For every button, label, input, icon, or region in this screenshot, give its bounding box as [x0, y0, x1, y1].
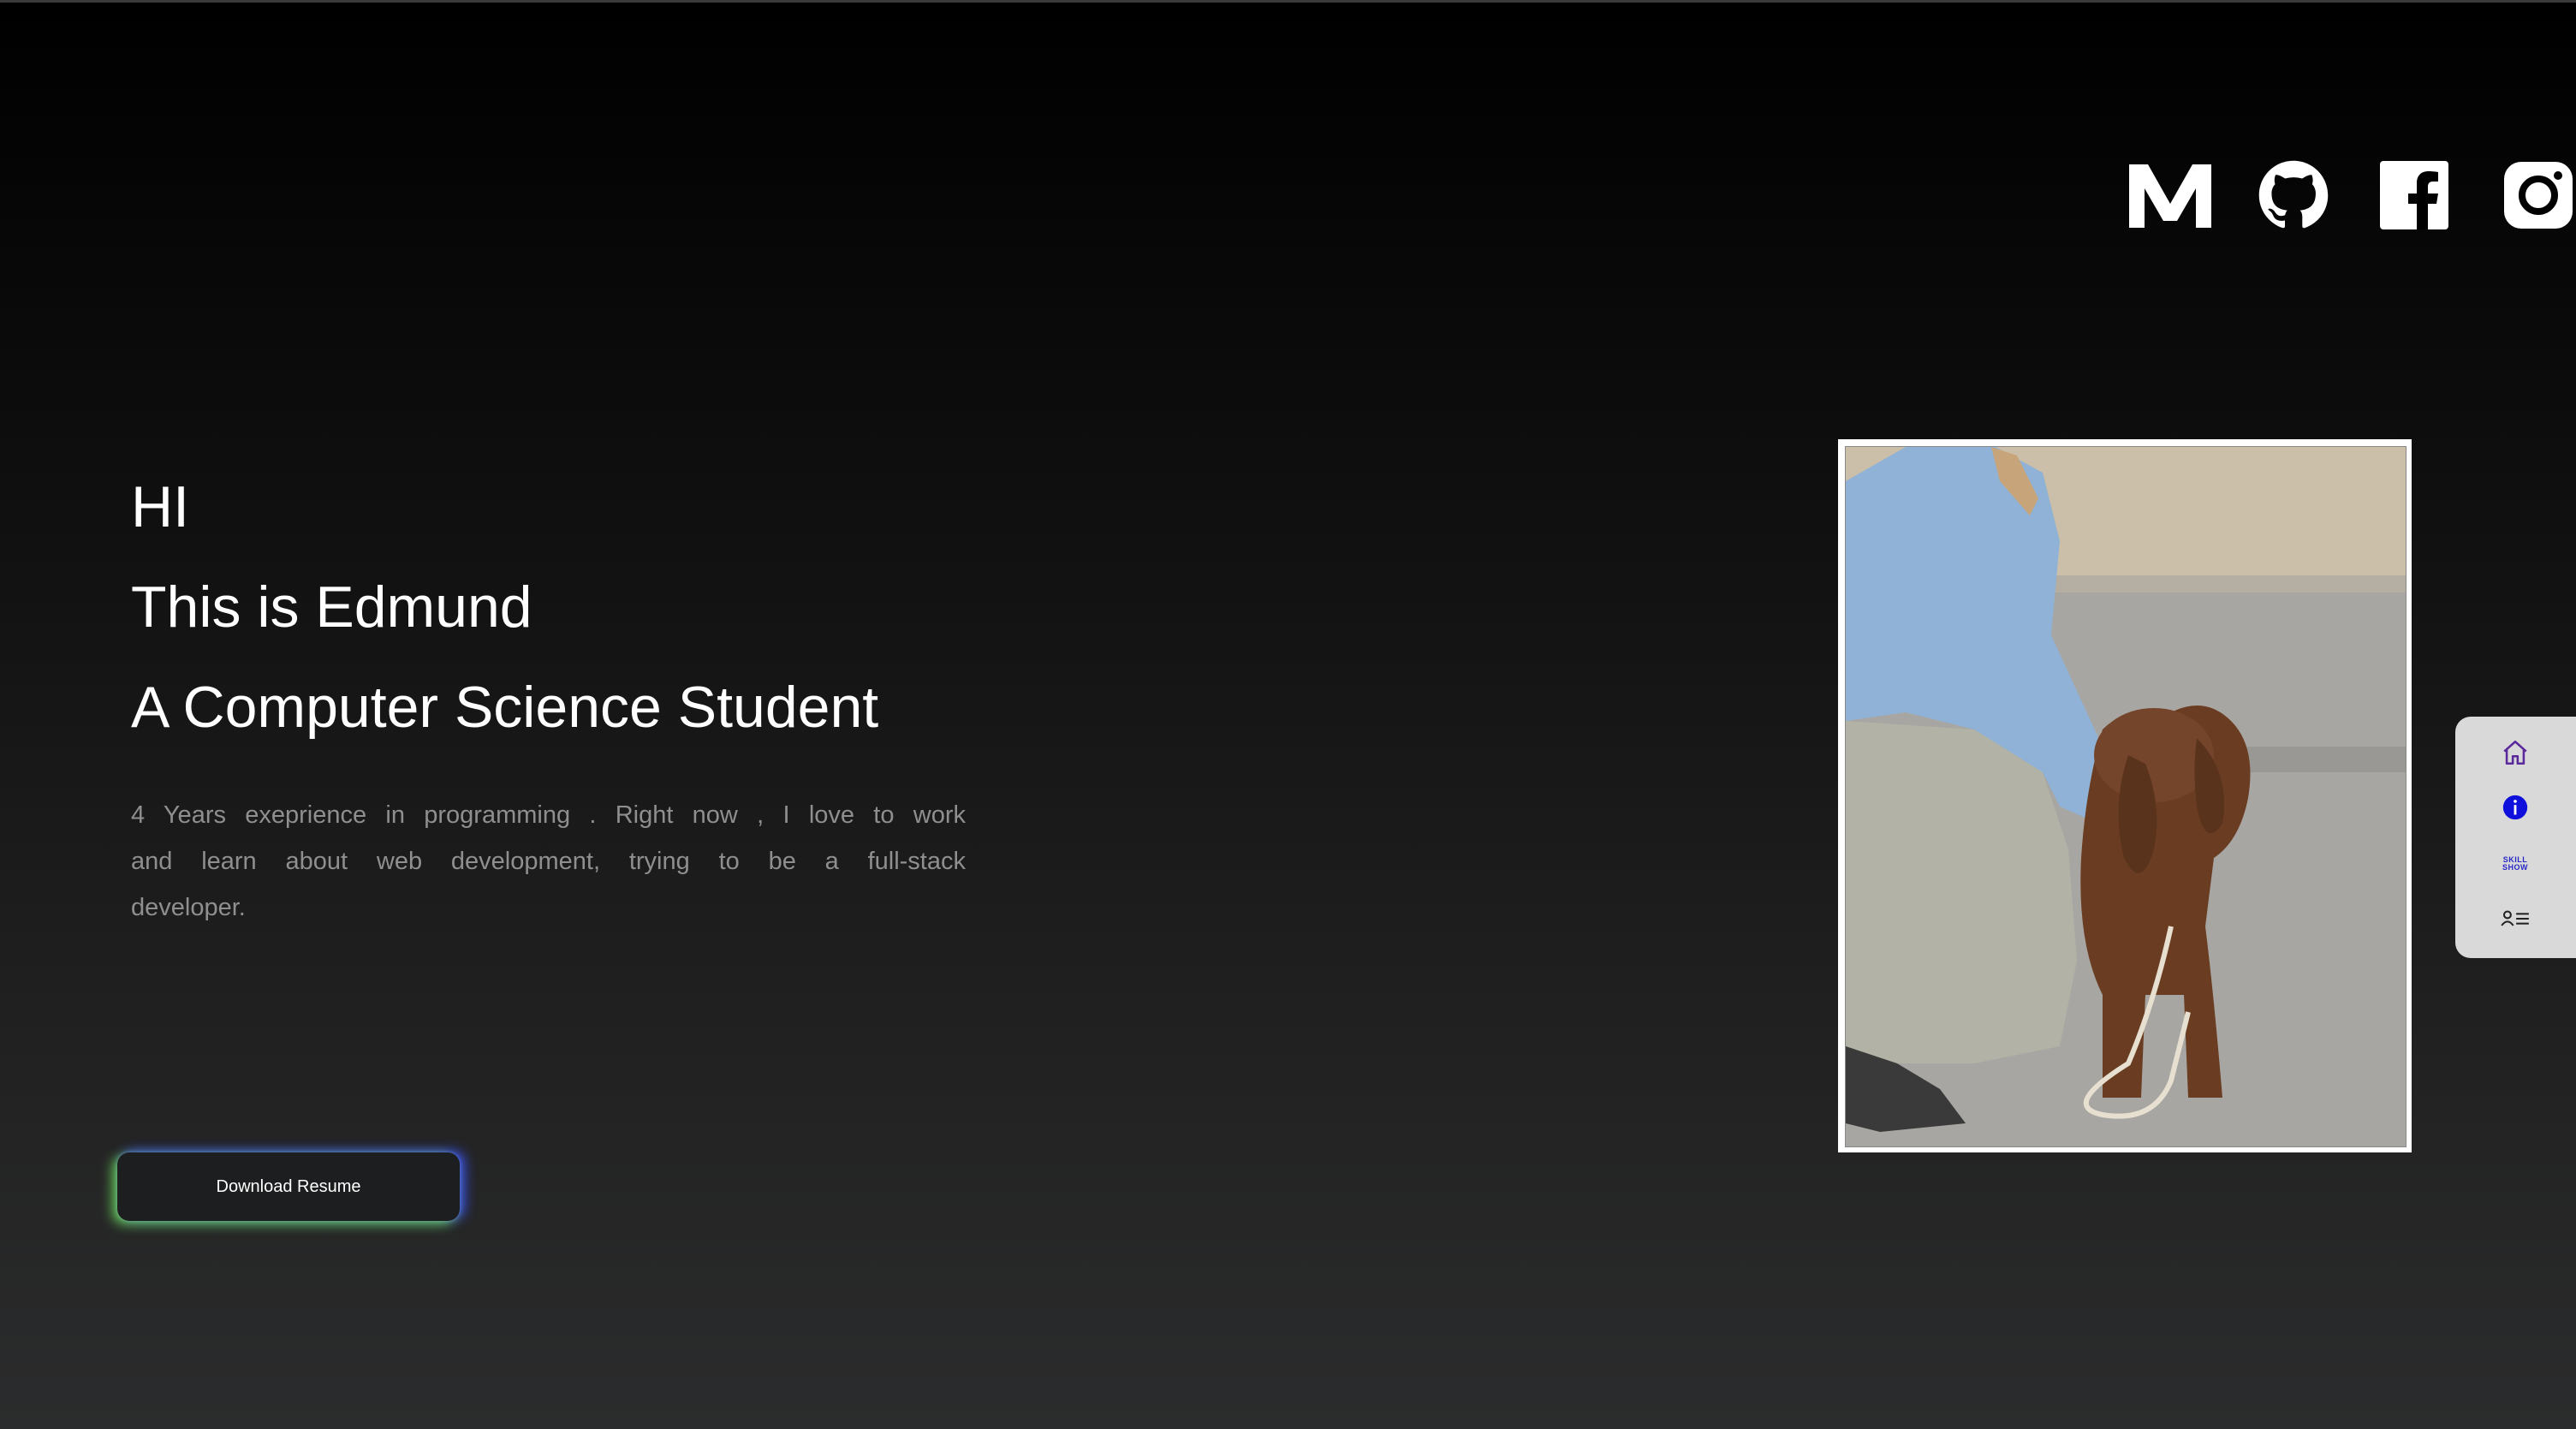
instagram-link[interactable] [2502, 159, 2575, 231]
photo-illustration [1846, 447, 2406, 1146]
profile-photo-frame [1838, 439, 2412, 1152]
top-border [0, 0, 2576, 3]
facebook-link[interactable] [2380, 159, 2448, 231]
hero-description: 4 Years exeprience in programming . Righ… [131, 801, 966, 921]
nav-skills-button[interactable]: SKILL SHOW [2493, 845, 2537, 883]
hero-role: A Computer Science Student [131, 675, 879, 740]
profile-photo [1845, 446, 2406, 1147]
hero-greeting: HI [131, 474, 189, 539]
home-icon [2503, 740, 2527, 765]
nav-home-button[interactable] [2493, 734, 2537, 771]
facebook-icon [2380, 161, 2448, 229]
nav-resume-button[interactable] [2493, 900, 2537, 938]
nav-about-button[interactable] [2493, 789, 2537, 826]
instagram-icon [2504, 162, 2573, 229]
medium-link[interactable] [2127, 159, 2213, 231]
medium-icon [2129, 164, 2211, 228]
hero-intro: This is Edmund [131, 575, 532, 640]
side-navigation: SKILL SHOW [2455, 717, 2576, 958]
download-resume-button[interactable]: Download Resume [117, 1152, 460, 1221]
info-icon [2502, 795, 2528, 820]
resume-list-icon [2501, 910, 2529, 926]
skills-icon: SKILL SHOW [2502, 855, 2528, 872]
github-link[interactable] [2256, 159, 2331, 231]
github-icon [2258, 160, 2329, 229]
